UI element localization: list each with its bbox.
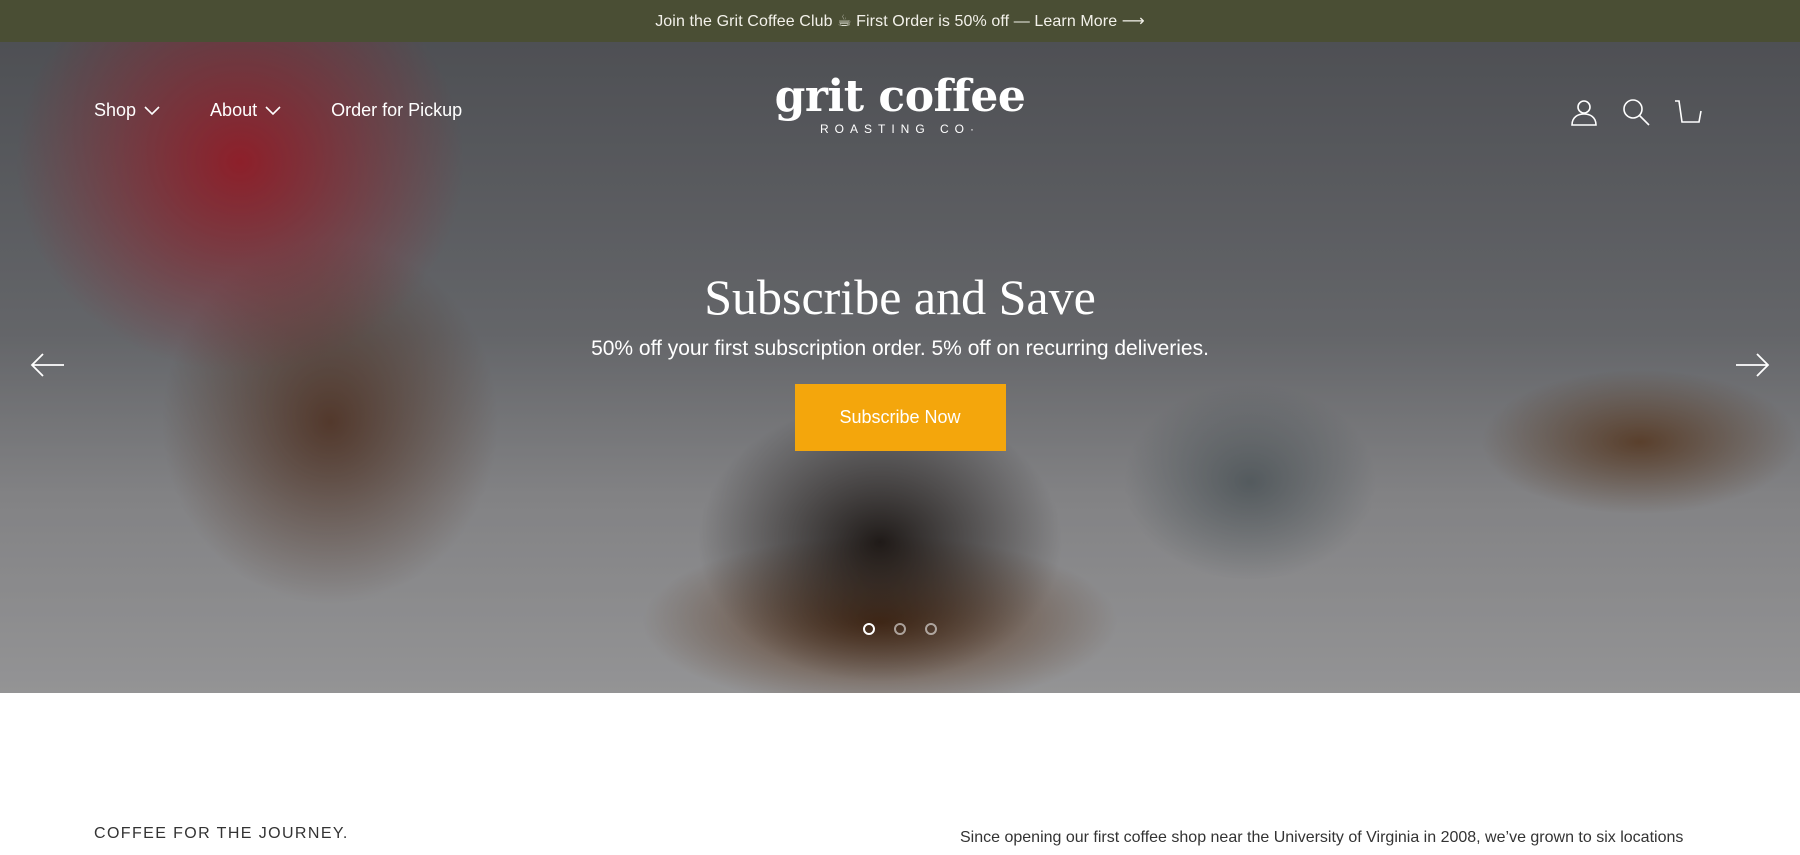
announcement-bar: Join the Grit Coffee Club ☕ First Order … [0,0,1800,42]
nav-item-label: Order for Pickup [331,100,463,120]
main-nav: Shop About Order for Pickup [94,100,512,121]
hero-subtitle: 50% off your first subscription order. 5… [591,337,1209,360]
site-logo[interactable]: grit coffee ROASTING CO· [760,71,1040,137]
subscribe-now-button[interactable]: Subscribe Now [794,384,1006,451]
hero-slide: Subscribe and Save 50% off your first su… [0,267,1800,451]
logo-tagline: ROASTING CO· [819,122,980,136]
chevron-down-icon [144,105,160,115]
slider-dot-3[interactable] [925,623,937,635]
logo-wordmark: grit coffee [774,71,1026,122]
hero-title: Subscribe and Save [704,269,1096,325]
intro-body: Since opening our first coffee shop near… [960,829,1684,846]
announcement-link[interactable]: Join the Grit Coffee Club ☕ First Order … [655,11,1145,31]
search-icon[interactable] [1622,98,1650,126]
header-icons [1570,98,1702,126]
slider-dot-1[interactable] [863,623,875,635]
nav-item-label: Shop [94,100,137,120]
nav-item-about[interactable]: About [210,100,281,121]
cart-icon[interactable] [1674,98,1702,126]
intro-eyebrow: COFFEE FOR THE JOURNEY. [94,825,349,842]
hero-slider: Shop About Order for Pickup grit coffee … [0,42,1800,693]
account-icon[interactable] [1570,98,1598,126]
chevron-down-icon [265,105,281,115]
slider-dot-2[interactable] [894,623,906,635]
slider-dots [863,623,937,635]
nav-item-order-for-pickup[interactable]: Order for Pickup [331,100,462,121]
nav-item-label: About [210,100,258,120]
nav-item-shop[interactable]: Shop [94,100,160,121]
